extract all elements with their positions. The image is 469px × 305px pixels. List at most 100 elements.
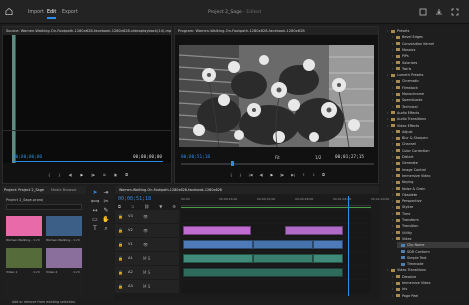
source-scrub-bar[interactable]	[13, 161, 163, 164]
track-select-tool-icon[interactable]: ⇥	[101, 189, 111, 196]
project-search-input[interactable]	[6, 204, 82, 210]
effects-folder[interactable]: › Iris	[392, 286, 407, 292]
play-icon[interactable]: ▶	[270, 173, 273, 177]
effects-folder[interactable]: › Distort	[392, 154, 413, 160]
program-timecode[interactable]: 00;00;51;18	[181, 155, 210, 160]
fullscreen-icon[interactable]	[451, 8, 459, 16]
workspaces-icon[interactable]	[419, 8, 427, 16]
go-to-in-icon[interactable]: |◀	[249, 173, 253, 177]
quick-export-icon[interactable]	[435, 8, 443, 16]
track-header[interactable]: 🔒 A1 M S	[115, 252, 179, 265]
step-back-icon[interactable]: ◀|	[259, 173, 263, 177]
play-icon[interactable]: ▶	[80, 173, 83, 177]
effects-folder[interactable]: › Monochrome	[392, 91, 424, 97]
lock-icon[interactable]: 🔒	[118, 214, 123, 219]
insert-icon[interactable]: ⧉	[103, 173, 106, 177]
timeline-clip[interactable]	[253, 240, 313, 249]
effects-folder[interactable]: › Color Correction	[392, 148, 429, 154]
effects-folder[interactable]: › Utility	[392, 230, 412, 236]
effects-item[interactable]: Clip Name	[397, 242, 469, 249]
step-back-icon[interactable]: ◀|	[69, 173, 73, 177]
effects-folder[interactable]: › Mosaics	[392, 47, 415, 53]
project-tab[interactable]: Project: Project 2_Sage	[4, 188, 44, 192]
track-header[interactable]: 🔒 A3 M S	[115, 280, 179, 293]
ripple-edit-tool-icon[interactable]: ⟺	[90, 198, 100, 205]
effects-folder[interactable]: › Presets	[387, 28, 409, 34]
sequence-tab[interactable]: Women-Walking-On-Footpath-1280x628-faceb…	[119, 188, 222, 192]
lock-icon[interactable]: 🔒	[118, 256, 123, 261]
timeline-clip[interactable]	[253, 254, 313, 263]
timeline-clip[interactable]	[313, 254, 343, 263]
timeline-clip[interactable]	[183, 226, 251, 235]
effects-folder[interactable]: › Adjust	[392, 129, 413, 135]
effects-folder[interactable]: › Convolution Kernel	[392, 41, 434, 47]
zoom-tool-icon[interactable]: ⌕	[101, 225, 111, 233]
effects-folder[interactable]: › Cinematic	[392, 78, 419, 84]
track-lane[interactable]	[181, 280, 371, 293]
effects-folder[interactable]: › Solarizes	[392, 60, 417, 66]
program-playhead[interactable]	[231, 161, 234, 166]
razor-tool-icon[interactable]: ✂	[101, 198, 111, 205]
effects-folder[interactable]: › Noise & Grain	[392, 186, 425, 192]
step-forward-icon[interactable]: |▶	[91, 173, 95, 177]
linked-selection-icon[interactable]: ⛓	[144, 204, 149, 209]
effects-item[interactable]: Timecode	[397, 261, 423, 267]
lock-icon[interactable]: 🔒	[118, 270, 123, 275]
track-lane[interactable]	[181, 210, 371, 223]
mark-in-icon[interactable]: {	[48, 173, 50, 177]
effects-folder[interactable]: › Time	[392, 211, 410, 217]
program-scrub-bar[interactable]	[181, 161, 374, 166]
effects-folder[interactable]: › PiPs	[392, 53, 409, 59]
effects-folder[interactable]: › SpeedLooks	[392, 97, 422, 103]
effects-folder[interactable]: › Audio Transitions	[387, 116, 426, 122]
selection-tool-icon[interactable]: ➤	[90, 189, 100, 196]
effects-folder[interactable]: › Perspective	[392, 198, 422, 204]
timeline-ruler[interactable]: 00;00 00;00;16;00 00;00;32;00 00;00;48;00 00…	[181, 196, 389, 206]
effects-item[interactable]: Simple Text	[397, 255, 427, 261]
mark-in-icon[interactable]: {	[230, 173, 232, 177]
mute-solo-icon[interactable]: M S	[143, 256, 150, 261]
mute-solo-icon[interactable]: M S	[143, 284, 150, 289]
timeline-clip[interactable]	[285, 226, 343, 235]
eye-icon[interactable]: 👁	[143, 228, 148, 233]
effects-folder[interactable]: › Video	[392, 236, 412, 242]
effects-folder[interactable]: › Bevel Edges	[392, 34, 423, 40]
project-thumbnail[interactable]: Video 1 4;29	[6, 248, 42, 278]
effects-folder[interactable]: › Technical	[392, 104, 418, 110]
effects-folder[interactable]: › Immersive Video	[392, 280, 430, 286]
step-forward-icon[interactable]: |▶	[280, 173, 284, 177]
effects-folder[interactable]: › Video Transitions	[387, 267, 426, 273]
effects-folder[interactable]: › Blur & Sharpen	[392, 135, 428, 141]
timeline-clip[interactable]	[313, 240, 343, 249]
timeline-clip[interactable]	[183, 254, 253, 263]
effects-folder[interactable]: › Immersive Video	[392, 173, 430, 179]
timeline-timecode[interactable]: 00;00;51;18	[118, 196, 151, 202]
hand-tool-icon[interactable]: ✋	[101, 216, 111, 223]
work-area-bar[interactable]	[181, 206, 371, 209]
media-browser-tab[interactable]: Media Browser	[51, 188, 77, 192]
timeline-clip[interactable]	[183, 268, 343, 277]
effects-folder[interactable]: › Generate	[392, 160, 418, 166]
overwrite-icon[interactable]: ▣	[114, 173, 117, 177]
timeline-settings-icon[interactable]: ⚙	[172, 204, 176, 209]
effects-folder[interactable]: › Audio Effects	[387, 110, 419, 116]
type-tool-icon[interactable]: T	[90, 225, 100, 233]
fit-dropdown[interactable]: Fit	[275, 155, 280, 160]
nest-icon[interactable]: ⧉	[118, 204, 121, 209]
mute-solo-icon[interactable]: M S	[143, 270, 150, 275]
effects-folder[interactable]: › Filmstock	[392, 85, 418, 91]
extract-icon[interactable]: ⇩	[312, 173, 315, 177]
project-thumbnail[interactable]: Women-Walking... 4;29	[46, 216, 82, 246]
timeline-playhead[interactable]	[348, 196, 349, 296]
slip-tool-icon[interactable]: ↔	[90, 207, 100, 214]
lift-icon[interactable]: ⇪	[302, 173, 305, 177]
lock-icon[interactable]: 🔒	[118, 242, 123, 247]
track-header[interactable]: 🔒 V1 👁	[115, 238, 179, 251]
mark-out-icon[interactable]: }	[58, 173, 60, 177]
track-header[interactable]: 🔒 V2 👁	[115, 224, 179, 237]
effects-folder[interactable]: › Page Peel	[392, 293, 418, 299]
effects-folder[interactable]: › Twirls	[392, 66, 411, 72]
effects-folder[interactable]: › Channel	[392, 141, 416, 147]
effects-folder[interactable]: › Obsolete	[392, 192, 417, 198]
timeline-clip[interactable]	[183, 240, 253, 249]
